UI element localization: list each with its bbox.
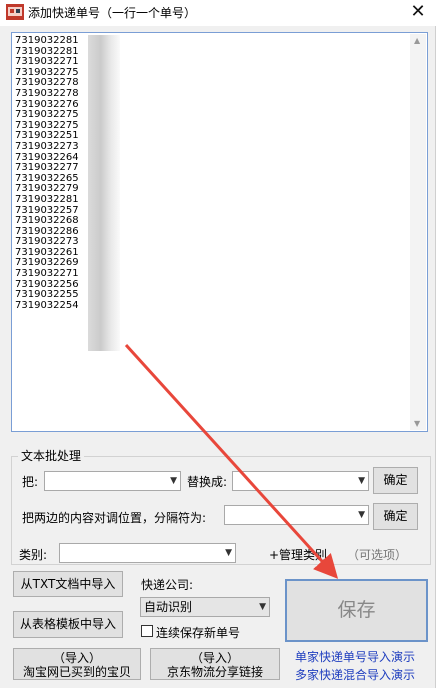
- taobao-button-line2: 淘宝网已买到的宝贝: [22, 665, 131, 679]
- manage-category-link[interactable]: +管理类别: [269, 546, 327, 563]
- category-combo[interactable]: ▼: [59, 543, 236, 563]
- redacted-blur: [88, 35, 120, 351]
- multi-import-demo-link[interactable]: 多家快递混合导入演示: [295, 666, 415, 683]
- chevron-down-icon[interactable]: ▼: [358, 506, 365, 524]
- replace-to-combo[interactable]: ▼: [232, 471, 369, 491]
- replace-from-label: 把:: [22, 475, 39, 489]
- close-icon[interactable]: ✕: [408, 0, 428, 24]
- title-bar: 添加快递单号（一行一个单号） ✕: [0, 0, 436, 26]
- confirm-replace-button[interactable]: 确定: [373, 467, 418, 494]
- tracking-number-line: 7319032278: [15, 87, 79, 99]
- replace-to-label: 替换成:: [187, 475, 228, 489]
- tracking-number-line: 7319032281: [15, 193, 79, 205]
- chevron-down-icon[interactable]: ▼: [170, 472, 177, 490]
- app-icon: [6, 4, 24, 20]
- jd-button-line2: 京东物流分享链接: [166, 665, 263, 679]
- tracking-numbers-textarea[interactable]: 7319032281 7319032281 7319032271 7319032275…: [11, 32, 428, 432]
- batch-group-title: 文本批处理: [18, 447, 85, 464]
- import-txt-button[interactable]: 从TXT文档中导入: [13, 571, 123, 597]
- chevron-down-icon[interactable]: ▼: [358, 472, 365, 490]
- optional-hint: （可选项）: [347, 548, 408, 562]
- window-title: 添加快递单号（一行一个单号）: [28, 6, 197, 20]
- chevron-down-icon[interactable]: ▼: [225, 544, 232, 562]
- import-taobao-button[interactable]: （导入） 淘宝网已买到的宝贝: [13, 648, 141, 680]
- keep-saving-label: 连续保存新单号: [156, 626, 241, 640]
- confirm-swap-button[interactable]: 确定: [373, 503, 418, 530]
- tracking-number-line: 7319032273: [15, 140, 79, 152]
- courier-selected-value: 自动识别: [144, 600, 193, 614]
- swap-label: 把两边的内容对调位置，分隔符为:: [22, 511, 207, 525]
- tracking-numbers-list: 7319032281 7319032281 7319032271 7319032275…: [15, 35, 79, 311]
- import-jd-button[interactable]: （导入） 京东物流分享链接: [150, 648, 280, 680]
- chevron-down-icon[interactable]: ▼: [259, 598, 266, 616]
- single-import-demo-link[interactable]: 单家快递单号导入演示: [295, 648, 415, 665]
- tracking-number-line: 7319032254: [15, 299, 79, 311]
- courier-label: 快递公司:: [141, 578, 194, 592]
- keep-saving-checkbox[interactable]: [141, 625, 153, 637]
- jd-button-line1: （导入）: [190, 651, 239, 665]
- tracking-number-line: 7319032281: [15, 35, 79, 46]
- scroll-up-icon[interactable]: ▲: [414, 36, 420, 45]
- dialog-window: 添加快递单号（一行一个单号） ✕ 7319032281 7319032281 731…: [0, 0, 436, 688]
- taobao-button-line1: （导入）: [52, 651, 101, 665]
- courier-select[interactable]: 自动识别 ▼: [140, 597, 270, 617]
- scroll-down-icon[interactable]: ▼: [414, 419, 420, 428]
- replace-from-combo[interactable]: ▼: [44, 471, 181, 491]
- separator-combo[interactable]: ▼: [224, 505, 369, 525]
- import-template-button[interactable]: 从表格模板中导入: [13, 611, 123, 638]
- category-label: 类别:: [19, 548, 48, 562]
- vertical-scrollbar[interactable]: ▲ ▼: [410, 34, 426, 430]
- save-button[interactable]: 保存: [285, 579, 428, 642]
